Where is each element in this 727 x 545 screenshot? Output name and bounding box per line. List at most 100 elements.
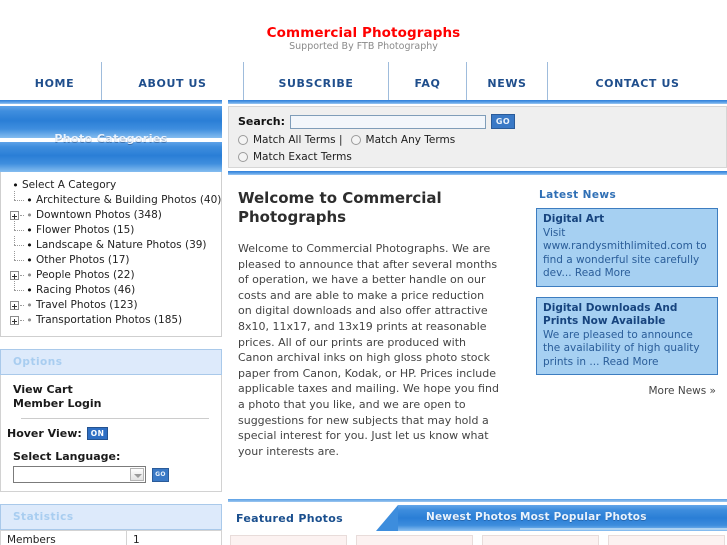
nav-underline-left — [0, 100, 222, 104]
search-match-row-2: Match Exact Terms — [238, 151, 717, 163]
search-label: Search: — [238, 115, 285, 128]
language-go-button[interactable]: GO — [152, 467, 169, 482]
bullet-icon: • — [26, 299, 33, 312]
language-select[interactable] — [13, 466, 146, 483]
news-item-text: We are pleased to announce the availabil… — [543, 329, 711, 370]
tab-most-popular-photos[interactable]: Most Popular Photos — [520, 511, 647, 523]
bullet-icon: • — [26, 254, 33, 267]
bullet-icon: • — [12, 179, 19, 192]
search-panel: Search: GO Match All Terms | Match Any T… — [228, 106, 727, 168]
tree-line-icon — [9, 251, 25, 268]
member-login-link[interactable]: Member Login — [1, 397, 221, 411]
category-label: Other Photos (17) — [36, 254, 130, 266]
news-item-title: Digital Art — [543, 213, 605, 225]
expand-plus-icon[interactable] — [9, 268, 25, 283]
categories-bar-top — [0, 106, 222, 138]
category-label: Racing Photos (46) — [36, 284, 136, 296]
radio-label-match-all: Match All Terms | — [253, 134, 343, 146]
tabs-accent-rule — [520, 528, 727, 530]
page-root: Commercial Photographs Supported By FTB … — [0, 0, 727, 545]
nav-item-subscribe[interactable]: SUBSCRIBE — [244, 62, 389, 104]
expand-plus-icon[interactable] — [9, 298, 25, 313]
site-header: Commercial Photographs Supported By FTB … — [0, 0, 727, 62]
radio-match-all-terms[interactable] — [238, 135, 248, 145]
hover-view-label: Hover View: — [7, 427, 82, 440]
expand-plus-icon[interactable] — [9, 313, 25, 328]
nav-underline-right — [228, 100, 727, 104]
category-item-architecture[interactable]: • Architecture & Building Photos (40) — [1, 191, 222, 208]
statistics-panel-heading: Statistics — [0, 504, 222, 530]
tree-line-icon — [9, 236, 25, 253]
chevron-down-icon[interactable] — [130, 468, 144, 481]
more-news-link[interactable]: More News » — [536, 385, 718, 397]
bullet-icon: • — [26, 284, 33, 297]
site-title: Commercial Photographs — [266, 25, 461, 41]
nav-item-news[interactable]: NEWS — [467, 62, 548, 104]
sidebar: Photo Categories • Select A Category • A… — [0, 106, 223, 545]
radio-label-match-exact: Match Exact Terms — [253, 151, 352, 163]
nav-item-contact-us[interactable]: CONTACT US — [548, 62, 727, 104]
news-item-2[interactable]: Digital Downloads And Prints Now Availab… — [536, 296, 718, 375]
category-root-label: Select A Category — [22, 179, 117, 191]
hover-view-toggle[interactable]: ON — [86, 427, 109, 440]
category-root[interactable]: • Select A Category — [1, 178, 221, 193]
featured-thumbnail-row — [228, 535, 727, 545]
bullet-icon: • — [26, 224, 33, 237]
category-label: Travel Photos (123) — [36, 299, 138, 311]
category-item-transportation[interactable]: • Transportation Photos (185) — [1, 313, 221, 328]
news-item-text: Visit www.randysmithlimited.com to find … — [543, 227, 711, 281]
thumbnail-item[interactable] — [230, 535, 347, 545]
tree-line-icon — [9, 281, 25, 298]
table-row: Members 1 — [0, 530, 223, 545]
bullet-icon: • — [26, 269, 33, 282]
nav-item-faq[interactable]: FAQ — [389, 62, 467, 104]
view-cart-link[interactable]: View Cart — [1, 383, 221, 397]
category-item-racing[interactable]: • Racing Photos (46) — [1, 281, 221, 298]
expand-plus-icon[interactable] — [9, 208, 25, 223]
news-read-more-link[interactable]: Read More — [575, 267, 631, 279]
site-tagline: Supported By FTB Photography — [289, 41, 438, 52]
bullet-icon: • — [26, 209, 33, 222]
thumbnail-item[interactable] — [356, 535, 473, 545]
latest-news-section: Latest News Digital Art Visit www.randys… — [536, 189, 718, 397]
stat-value: 1 — [125, 530, 223, 545]
thumbnail-item[interactable] — [482, 535, 599, 545]
search-input[interactable] — [289, 114, 486, 129]
bullet-icon: • — [26, 239, 33, 252]
tab-featured-photos[interactable]: Featured Photos — [228, 505, 398, 531]
nav-item-about-us[interactable]: ABOUT US — [102, 62, 244, 104]
news-item-1[interactable]: Digital Art Visit www.randysmithlimited.… — [536, 208, 718, 287]
category-item-people[interactable]: • People Photos (22) — [1, 268, 221, 283]
radio-match-any-terms[interactable] — [350, 135, 361, 145]
options-panel-body: View Cart Member Login Hover View: ON Se… — [0, 375, 222, 492]
content-column: Search: GO Match All Terms | Match Any T… — [228, 106, 727, 545]
news-item-title: Digital Downloads And Prints Now Availab… — [543, 301, 678, 328]
photo-categories-header: Photo Categories — [0, 106, 222, 172]
nav-spacer-left — [0, 62, 8, 104]
category-label: Landscape & Nature Photos (39) — [36, 239, 207, 251]
radio-match-exact-terms[interactable] — [238, 152, 248, 162]
nav-item-home[interactable]: HOME — [8, 62, 102, 104]
select-language-label: Select Language: — [13, 450, 121, 463]
category-item-landscape[interactable]: • Landscape & Nature Photos (39) — [1, 236, 221, 253]
category-item-downtown[interactable]: • Downtown Photos (348) — [1, 208, 221, 223]
category-label: Downtown Photos (348) — [36, 209, 162, 221]
main-content: Welcome to Commercial Photographs Welcom… — [228, 175, 727, 505]
category-item-travel[interactable]: • Travel Photos (123) — [1, 298, 221, 313]
category-list: • Select A Category • Architecture & Bui… — [0, 172, 222, 337]
bullet-icon: • — [26, 314, 33, 327]
search-go-button[interactable]: GO — [490, 114, 515, 129]
welcome-body-text: Welcome to Commercial Photographs. We ar… — [238, 242, 499, 458]
search-match-row-1: Match All Terms | Match Any Terms — [238, 134, 717, 146]
photo-tabs: Featured Photos Newest Photos Most Popul… — [228, 499, 727, 545]
bullet-icon: • — [26, 194, 33, 207]
thumbnail-item[interactable] — [608, 535, 725, 545]
sidebar-spacer-2 — [0, 492, 222, 504]
news-read-more-link[interactable]: Read More — [603, 356, 659, 368]
stat-key: Members — [0, 530, 127, 545]
category-label: Architecture & Building Photos (40) — [36, 194, 222, 206]
category-item-other[interactable]: • Other Photos (17) — [1, 251, 221, 268]
statistics-table: Members 1 — [0, 530, 223, 545]
category-item-flower[interactable]: • Flower Photos (15) — [1, 221, 221, 238]
tab-newest-photos[interactable]: Newest Photos — [426, 511, 517, 523]
